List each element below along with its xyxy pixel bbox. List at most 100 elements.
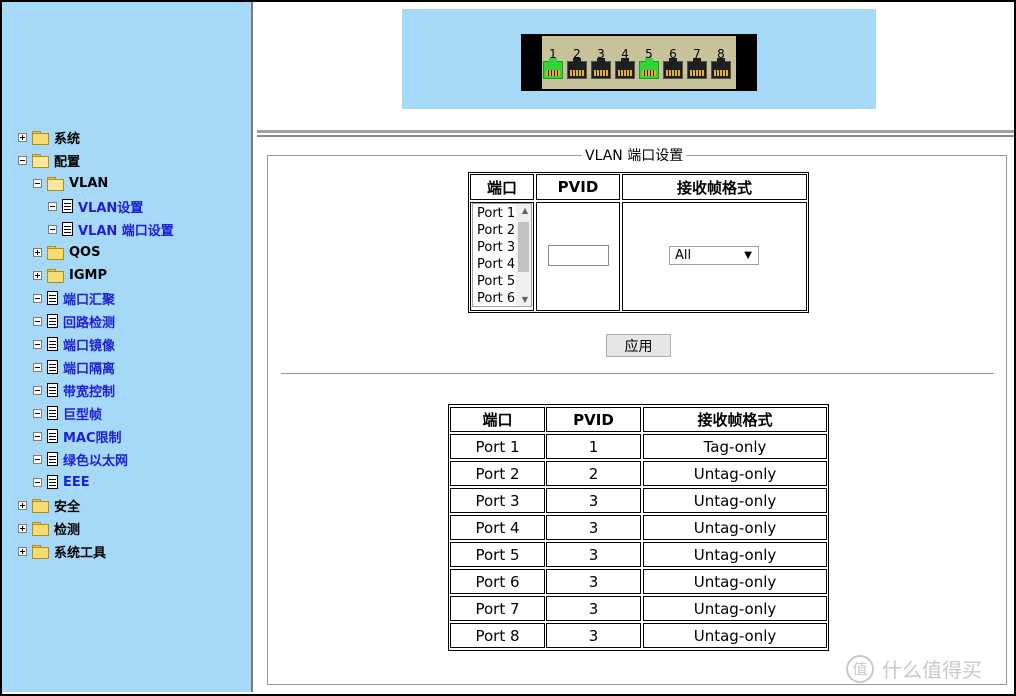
table-cell-frame-format: Untag-only [643,461,827,486]
tree-item-bandwidth[interactable]: 带宽控制 [33,380,115,400]
tree-link[interactable]: 巨型帧 [63,404,102,423]
collapse-icon [33,431,42,441]
ethernet-port-icon[interactable] [591,58,611,79]
tree-item-system[interactable]: 系统 [18,127,80,147]
folder-icon [32,544,49,559]
ethernet-port-icon[interactable] [639,58,659,79]
tree-item-mac-limit[interactable]: MAC限制 [33,426,122,446]
tree-link[interactable]: 绿色以太网 [63,450,128,469]
expand-icon[interactable] [33,270,42,280]
table-cell-port: Port 7 [450,596,545,621]
tree-item-port-mirror[interactable]: 端口镜像 [33,334,115,354]
tree-link[interactable]: VLAN设置 [78,197,143,216]
tree-item-vlan-port-settings[interactable]: VLAN 端口设置 [48,219,174,239]
ethernet-port-icon[interactable] [711,58,731,79]
tree-item-jumbo[interactable]: 巨型帧 [33,403,102,423]
table-cell-frame-format: Untag-only [643,515,827,540]
tree-label: QOS [69,244,101,260]
tree-item-port-trunk[interactable]: 端口汇聚 [33,288,115,308]
folder-icon [47,245,64,260]
tree-item-config[interactable]: 配置 [18,150,80,170]
tree-item-tools[interactable]: 系统工具 [18,541,106,561]
port-option[interactable]: Port 5 [477,273,515,290]
table-cell-pvid: 3 [546,623,641,648]
table-cell-pvid: 3 [546,569,641,594]
port-multiselect[interactable]: Port 1 Port 2 Port 3 Port 4 Port 5 Port 6 ▲ ▼ [472,203,532,307]
tree-link[interactable]: VLAN 端口设置 [78,220,174,239]
table-cell-pvid: 3 [546,515,641,540]
tree-item-vlan[interactable]: VLAN [33,173,108,193]
table-cell-pvid: 3 [546,488,641,513]
tree-item-igmp[interactable]: IGMP [33,265,107,285]
tree-link[interactable]: 带宽控制 [63,381,115,400]
table-header-frame-format: 接收帧格式 [643,407,827,432]
ethernet-port-icon[interactable] [543,58,563,79]
scroll-down-icon[interactable]: ▼ [522,295,528,304]
ethernet-port-icon[interactable] [567,58,587,79]
frame-divider[interactable] [257,130,1014,137]
table-cell-port: Port 2 [450,461,545,486]
scrollbar-thumb[interactable] [518,222,529,272]
apply-button[interactable]: 应用 [606,334,671,357]
expand-icon[interactable] [18,546,27,556]
ethernet-port-icon[interactable] [687,58,707,79]
tree-link[interactable]: 端口隔离 [63,358,115,377]
tree-item-vlan-settings[interactable]: VLAN设置 [48,196,143,216]
scroll-up-icon[interactable]: ▲ [522,206,528,215]
collapse-icon [48,224,57,234]
tree-link[interactable]: 端口镜像 [63,335,115,354]
frame-format-select[interactable]: All ▼ [669,246,759,265]
expand-icon[interactable] [18,132,27,142]
port-option[interactable]: Port 3 [477,239,515,256]
port-option[interactable]: Port 4 [477,256,515,273]
collapse-icon [33,477,42,487]
table-header-port: 端口 [450,407,545,432]
expand-icon[interactable] [18,523,27,533]
fieldset-legend: VLAN 端口设置 [582,147,687,165]
expand-icon[interactable] [18,500,27,510]
tree-item-port-isolation[interactable]: 端口隔离 [33,357,115,377]
collapse-icon[interactable] [33,178,42,188]
tree-label: 系统 [54,131,81,147]
table-cell-frame-format: Untag-only [643,596,827,621]
watermark-text: 什么值得买 [882,658,982,682]
collapse-icon [33,454,42,464]
folder-icon [32,130,49,145]
pvid-input[interactable] [548,245,609,266]
collapse-icon [33,293,42,303]
col-header-frame: 接收帧格式 [622,174,807,200]
port-option[interactable]: Port 2 [477,222,515,239]
tree-link[interactable]: 回路检测 [63,312,115,331]
table-cell-frame-format: Tag-only [643,434,827,459]
tree-item-green-ethernet[interactable]: 绿色以太网 [33,449,128,469]
ethernet-port-icon[interactable] [615,58,635,79]
tree-item-detect[interactable]: 检测 [18,518,80,538]
tree-link[interactable]: MAC限制 [63,427,122,446]
tree-item-qos[interactable]: QOS [33,242,100,262]
dropdown-arrow-icon: ▼ [744,250,752,261]
tree-link[interactable]: EEE [63,475,90,490]
tree-label: 安全 [54,499,81,515]
expand-icon[interactable] [33,247,42,257]
collapse-icon[interactable] [18,155,27,165]
tree-link[interactable]: 端口汇聚 [63,289,115,308]
tree-item-loop-detect[interactable]: 回路检测 [33,311,115,331]
table-cell-pvid: 3 [546,542,641,567]
tree-item-security[interactable]: 安全 [18,495,80,515]
table-cell-pvid: 3 [546,596,641,621]
collapse-icon [48,201,57,211]
collapse-icon [33,339,42,349]
listbox-scrollbar[interactable]: ▲ ▼ [516,204,531,306]
port-option[interactable]: Port 1 [477,205,515,222]
tree-label: 配置 [54,154,81,170]
port-option[interactable]: Port 6 [477,290,515,307]
collapse-icon [33,316,42,326]
tree-item-eee[interactable]: EEE [33,472,90,492]
collapse-icon [33,408,42,418]
document-icon [47,452,58,466]
col-header-pvid: PVID [536,174,620,200]
document-icon [62,199,73,213]
select-value: All [675,248,692,263]
table-cell-frame-format: Untag-only [643,623,827,648]
ethernet-port-icon[interactable] [663,58,683,79]
